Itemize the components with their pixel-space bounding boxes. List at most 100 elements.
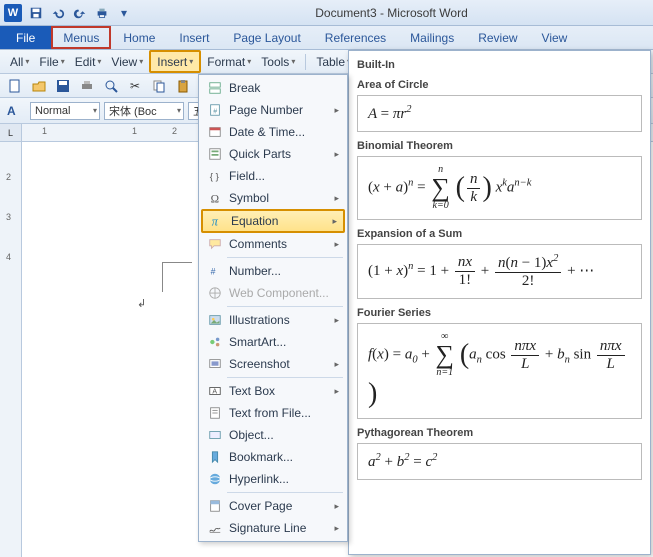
menu-tools[interactable]: Tools▾ [257, 50, 299, 73]
menu-item-datetime[interactable]: Date & Time... [201, 121, 345, 143]
menu-item-label: Date & Time... [229, 125, 305, 139]
menu-format[interactable]: Format▾ [203, 50, 255, 73]
submenu-arrow-icon: ▸ [334, 359, 339, 370]
equation-item-expansion[interactable]: (1 + x)n = 1 + nx1! + n(n − 1)x22! + ⋯ [357, 244, 642, 299]
menu-item-quickparts[interactable]: Quick Parts▸ [201, 143, 345, 165]
menu-item-label: Screenshot [229, 357, 290, 371]
comments-icon [205, 237, 225, 251]
number-icon: # [205, 264, 225, 278]
equation-item-fourier[interactable]: f(x) = a0 + ∞∑n=1 (an cos nπxL + bn sin … [357, 323, 642, 419]
ribbon-tab-page-layout[interactable]: Page Layout [221, 26, 312, 49]
ribbon-tab-insert[interactable]: Insert [167, 26, 221, 49]
submenu-arrow-icon: ▸ [334, 105, 339, 116]
svg-text:#: # [213, 109, 217, 116]
preview-icon[interactable] [100, 76, 122, 96]
menu-item-textfile[interactable]: Text from File... [201, 402, 345, 424]
menu-item-illus[interactable]: Illustrations ▸ [201, 309, 345, 331]
ribbon-tab-home[interactable]: Home [111, 26, 167, 49]
submenu-arrow-icon: ▸ [332, 216, 337, 227]
textfile-icon [205, 406, 225, 420]
submenu-arrow-icon: ▸ [334, 193, 339, 204]
svg-text:A: A [212, 389, 217, 396]
ribbon-tab-view[interactable]: View [530, 26, 580, 49]
open-icon[interactable] [28, 76, 50, 96]
cut-icon[interactable]: ✂ [124, 76, 146, 96]
ruler-tick: 1 [42, 126, 47, 136]
textbox-icon: A [205, 384, 225, 398]
insert-dropdown-menu: Break#Page Number▸ Date & Time... Quick Pa… [198, 74, 348, 542]
menu-item-bookmark[interactable]: Bookmark... [201, 446, 345, 468]
ribbon-tab-mailings[interactable]: Mailings [398, 26, 466, 49]
equation-item-pythag[interactable]: a2 + b2 = c2 [357, 443, 642, 480]
menu-item-hyperlink[interactable]: Hyperlink... [201, 468, 345, 490]
web-icon [205, 286, 225, 300]
vertical-ruler: 2 3 4 [0, 142, 22, 557]
save-icon[interactable] [26, 3, 46, 23]
menu-item-comments[interactable]: Comments▸ [201, 233, 345, 255]
menu-item-label: Signature Line [229, 521, 306, 535]
window-title: Document3 - Microsoft Word [134, 6, 649, 20]
ruler-tick: 2 [172, 126, 177, 136]
copy-icon[interactable] [148, 76, 170, 96]
equation-title: Pythagorean Theorem [357, 427, 642, 439]
menu-insert[interactable]: Insert▾ [149, 50, 201, 73]
ribbon-tab-references[interactable]: References [313, 26, 398, 49]
submenu-arrow-icon: ▸ [334, 315, 339, 326]
ruler-corner: L [0, 124, 22, 141]
menu-item-smartart[interactable]: SmartArt... [201, 331, 345, 353]
menu-item-symbol[interactable]: ΩSymbol▸ [201, 187, 345, 209]
menu-file[interactable]: File▾ [35, 50, 68, 73]
new-doc-icon[interactable] [4, 76, 26, 96]
menu-item-screenshot[interactable]: Screenshot ▸ [201, 353, 345, 375]
menu-item-label: Equation [231, 214, 278, 228]
svg-text:A: A [7, 104, 16, 118]
save-icon[interactable] [52, 76, 74, 96]
font-combo[interactable]: 宋体 (Boc [104, 102, 184, 120]
menu-item-equation[interactable]: π Equation ▸ [201, 209, 345, 233]
undo-icon[interactable] [48, 3, 68, 23]
menu-view[interactable]: View▾ [107, 50, 147, 73]
file-tab[interactable]: File [0, 26, 51, 49]
svg-text:{ }: { } [210, 172, 220, 183]
print-icon[interactable] [92, 3, 112, 23]
menu-item-label: Symbol [229, 191, 269, 205]
menu-item-label: Text from File... [229, 406, 311, 420]
title-bar: W ▾ Document3 - Microsoft Word [0, 0, 653, 26]
menu-item-number[interactable]: #Number... [201, 260, 345, 282]
break-icon [205, 81, 225, 95]
print-icon[interactable] [76, 76, 98, 96]
pagenum-icon: # [205, 103, 225, 117]
ribbon-tab-menus[interactable]: Menus [51, 26, 111, 49]
menu-edit[interactable]: Edit▾ [71, 50, 106, 73]
ruler-tick: 1 [132, 126, 137, 136]
equation-item-binomial[interactable]: (x + a)n = n∑k=0 (nk) xkan−k [357, 156, 642, 220]
app-icon[interactable]: W [4, 4, 22, 22]
ribbon-tab-review[interactable]: Review [466, 26, 529, 49]
menu-item-break[interactable]: Break [201, 77, 345, 99]
svg-text:π: π [212, 214, 219, 228]
redo-icon[interactable] [70, 3, 90, 23]
styles-icon[interactable]: A [4, 101, 26, 121]
paste-icon[interactable] [172, 76, 194, 96]
menu-item-signature[interactable]: Signature Line▸ [201, 517, 345, 539]
menu-item-object[interactable]: Object... [201, 424, 345, 446]
style-combo[interactable]: Normal [30, 102, 100, 120]
menu-item-textbox[interactable]: AText Box▸ [201, 380, 345, 402]
paragraph-mark-icon: ↲ [137, 297, 146, 310]
menu-all[interactable]: All▾ [6, 50, 33, 73]
equation-gallery: Built-In Area of Circle A = πr2 Binomial… [348, 50, 651, 555]
quick-access-toolbar: ▾ [26, 3, 134, 23]
signature-icon [205, 521, 225, 535]
menu-item-label: Illustrations [229, 313, 290, 327]
menu-item-web: Web Component... [201, 282, 345, 304]
menu-item-field[interactable]: { }Field... [201, 165, 345, 187]
quickparts-icon [205, 147, 225, 161]
equation-item-area[interactable]: A = πr2 [357, 95, 642, 132]
menu-item-label: Comments [229, 237, 287, 251]
equation-title: Area of Circle [357, 79, 642, 91]
menu-item-coverpage[interactable]: Cover Page▸ [201, 495, 345, 517]
submenu-arrow-icon: ▸ [334, 149, 339, 160]
ruler-tick: 4 [6, 252, 11, 262]
menu-item-pagenum[interactable]: #Page Number▸ [201, 99, 345, 121]
qat-more-icon[interactable]: ▾ [114, 3, 134, 23]
